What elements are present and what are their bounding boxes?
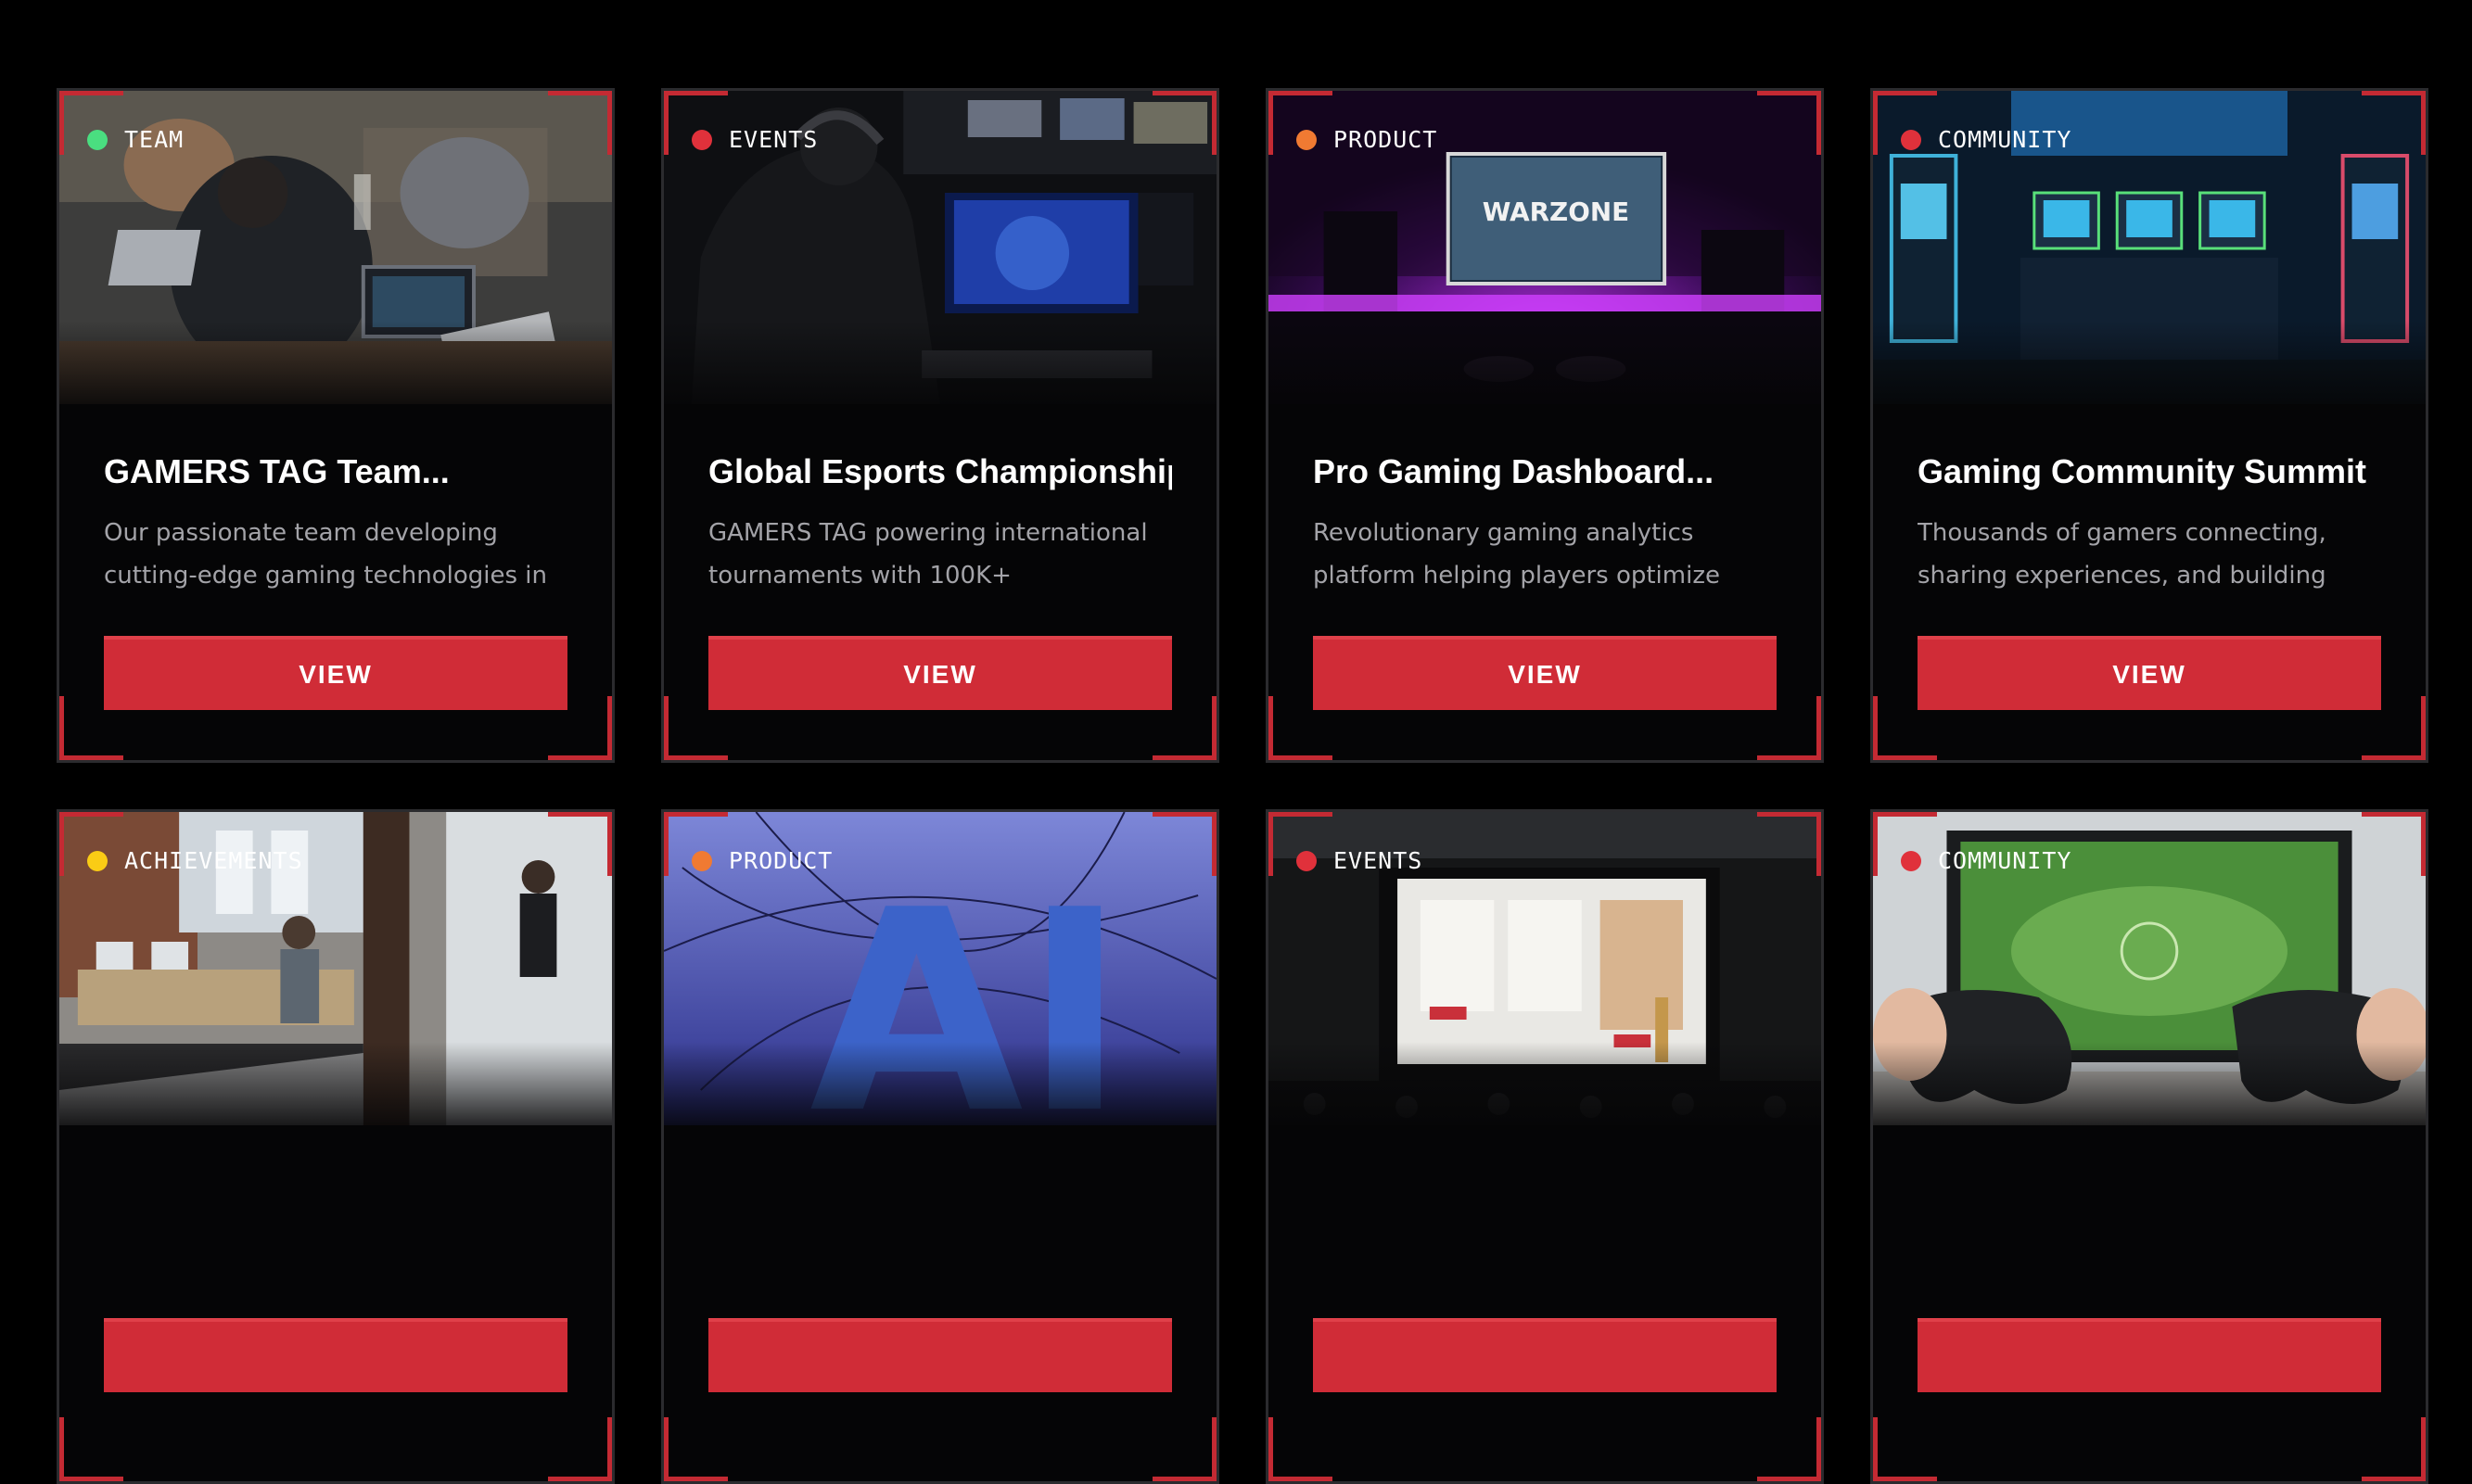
status-dot <box>1296 850 1317 871</box>
category-label: ACHIEVEMENTS <box>124 847 303 874</box>
card-community[interactable]: COMMUNITY Gaming Community Summit Thousa… <box>1870 88 2428 763</box>
status-dot <box>692 129 712 150</box>
category-label: PRODUCT <box>1333 126 1438 153</box>
card-events-stage[interactable]: EVENTS <box>1266 809 1824 1484</box>
card-description <box>708 1194 1172 1279</box>
category-label: TEAM <box>124 126 185 153</box>
view-button[interactable] <box>708 1318 1172 1392</box>
card-team[interactable]: TEAM GAMERS TAG Team... Our passionate t… <box>57 88 615 763</box>
category-tag: ACHIEVEMENTS <box>87 847 303 874</box>
card-community-controllers[interactable]: COMMUNITY <box>1870 809 2428 1484</box>
view-button[interactable]: VIEW <box>1313 636 1777 710</box>
card-title: GAMERS TAG Team... <box>104 452 450 490</box>
category-label: COMMUNITY <box>1938 847 2072 874</box>
category-label: PRODUCT <box>729 847 834 874</box>
view-button[interactable] <box>104 1318 567 1392</box>
card-product-ai[interactable]: AI PRODUCT <box>661 809 1219 1484</box>
corner-accent <box>1757 1417 1821 1481</box>
card-achievements[interactable]: ACHIEVEMENTS <box>57 809 615 1484</box>
corner-accent <box>1873 1417 1937 1481</box>
card-title: Gaming Community Summit <box>1918 452 2367 490</box>
status-dot <box>87 129 108 150</box>
view-button[interactable]: VIEW <box>104 636 567 710</box>
status-dot <box>1901 850 1921 871</box>
card-description: Thousands of gamers connecting, sharing … <box>1918 519 2326 590</box>
corner-accent <box>2362 1417 2426 1481</box>
card-title: Global Esports Championship <box>708 452 1172 490</box>
svg-text:AI: AI <box>809 850 1127 1125</box>
status-dot <box>87 850 108 871</box>
category-label: EVENTS <box>1333 847 1423 874</box>
view-button[interactable] <box>1918 1318 2381 1392</box>
category-tag: COMMUNITY <box>1901 126 2071 153</box>
category-tag: TEAM <box>87 126 184 153</box>
category-tag: PRODUCT <box>692 847 833 874</box>
corner-accent <box>1268 1417 1332 1481</box>
card-description: Our passionate team developing cutting-e… <box>104 519 547 590</box>
svg-text:WARZONE: WARZONE <box>1483 197 1629 227</box>
corner-accent <box>548 1417 612 1481</box>
category-label: EVENTS <box>729 126 819 153</box>
corner-accent <box>1153 1417 1217 1481</box>
card-description <box>1918 1194 2381 1279</box>
status-dot <box>1901 129 1921 150</box>
category-tag: EVENTS <box>692 126 818 153</box>
corner-accent <box>59 1417 123 1481</box>
corner-accent <box>664 1417 728 1481</box>
card-events[interactable]: EVENTS Global Esports Championship GAMER… <box>661 88 1219 763</box>
card-description <box>1313 1194 1777 1279</box>
view-button[interactable] <box>1313 1318 1777 1392</box>
card-description <box>104 1194 567 1279</box>
card-product[interactable]: WARZONE PRODUCT Pro Gaming Dashboard... … <box>1266 88 1824 763</box>
category-tag: COMMUNITY <box>1901 847 2071 874</box>
status-dot <box>1296 129 1317 150</box>
card-description: Revolutionary gaming analytics platform … <box>1313 519 1720 590</box>
status-dot <box>692 850 712 871</box>
view-button[interactable]: VIEW <box>1918 636 2381 710</box>
view-button[interactable]: VIEW <box>708 636 1172 710</box>
card-title: Pro Gaming Dashboard... <box>1313 452 1714 490</box>
category-tag: PRODUCT <box>1296 126 1437 153</box>
card-grid: TEAM GAMERS TAG Team... Our passionate t… <box>57 88 2428 1484</box>
category-label: COMMUNITY <box>1938 126 2072 153</box>
card-description: GAMERS TAG powering international tourna… <box>708 519 1148 590</box>
category-tag: EVENTS <box>1296 847 1422 874</box>
